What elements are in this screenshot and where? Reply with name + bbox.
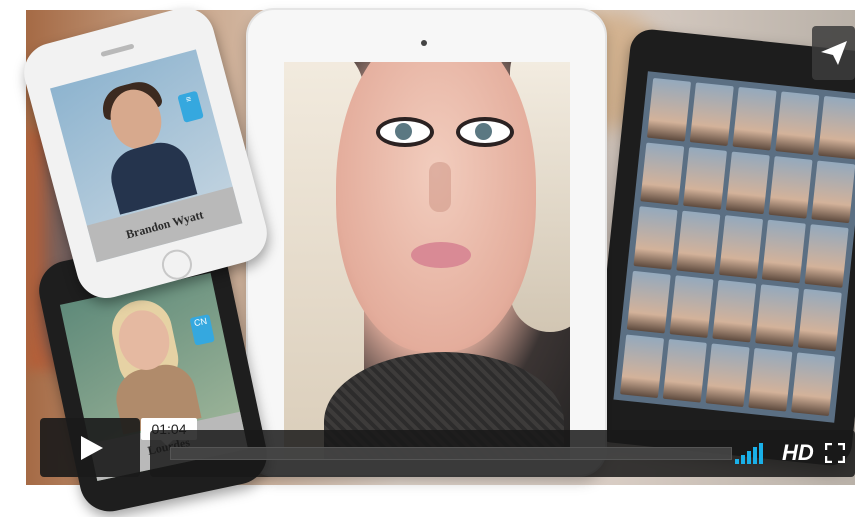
photo-tile xyxy=(775,91,820,155)
photo-tile xyxy=(732,86,777,151)
tablet-camera xyxy=(421,40,427,46)
photo-tile xyxy=(761,219,806,284)
portrait-person xyxy=(99,294,202,435)
photo-tile xyxy=(689,82,734,146)
photo-tile xyxy=(683,146,728,210)
photo-grid xyxy=(620,77,855,417)
volume-bars-icon[interactable] xyxy=(735,442,769,464)
top-phone-screen: ≡ Brandon Wyatt xyxy=(50,49,243,263)
photo-tile xyxy=(804,224,849,288)
play-button[interactable] xyxy=(40,418,140,477)
photo-tile xyxy=(797,288,842,352)
photo-tile xyxy=(662,339,707,403)
control-bar: HD xyxy=(150,430,855,477)
lips xyxy=(411,242,471,268)
share-button[interactable] xyxy=(812,26,855,80)
photo-tile xyxy=(712,279,757,343)
face xyxy=(336,62,536,352)
photo-tile xyxy=(768,155,813,219)
cn-badge: CN xyxy=(189,314,215,346)
eye xyxy=(456,117,514,147)
photo-tile xyxy=(791,352,836,417)
tablet-screen-portrait xyxy=(284,62,570,460)
progress-bar[interactable] xyxy=(170,447,732,460)
photo-tile xyxy=(705,343,750,408)
right-tablet-screen xyxy=(613,71,855,423)
photo-tile xyxy=(719,215,764,279)
photo-tile xyxy=(669,275,714,339)
photo-tile xyxy=(676,210,721,275)
center-tablet xyxy=(248,10,605,475)
right-tablet xyxy=(589,27,855,468)
fullscreen-icon[interactable] xyxy=(825,443,845,463)
eye xyxy=(376,117,434,147)
paper-plane-icon xyxy=(821,41,847,65)
photo-tile xyxy=(640,142,685,206)
photo-tile xyxy=(725,151,770,215)
menu-badge: ≡ xyxy=(177,90,204,123)
photo-tile xyxy=(620,334,665,399)
photo-tile xyxy=(748,348,793,412)
play-icon xyxy=(81,436,103,460)
photo-tile xyxy=(633,206,678,270)
phone-speaker xyxy=(100,43,135,58)
photo-tile xyxy=(626,270,671,334)
photo-tile xyxy=(647,77,692,142)
photo-tile xyxy=(811,160,855,224)
hd-button[interactable]: HD xyxy=(782,440,814,466)
nose xyxy=(429,162,451,212)
photo-tile xyxy=(818,95,855,160)
photo-tile xyxy=(755,284,800,348)
